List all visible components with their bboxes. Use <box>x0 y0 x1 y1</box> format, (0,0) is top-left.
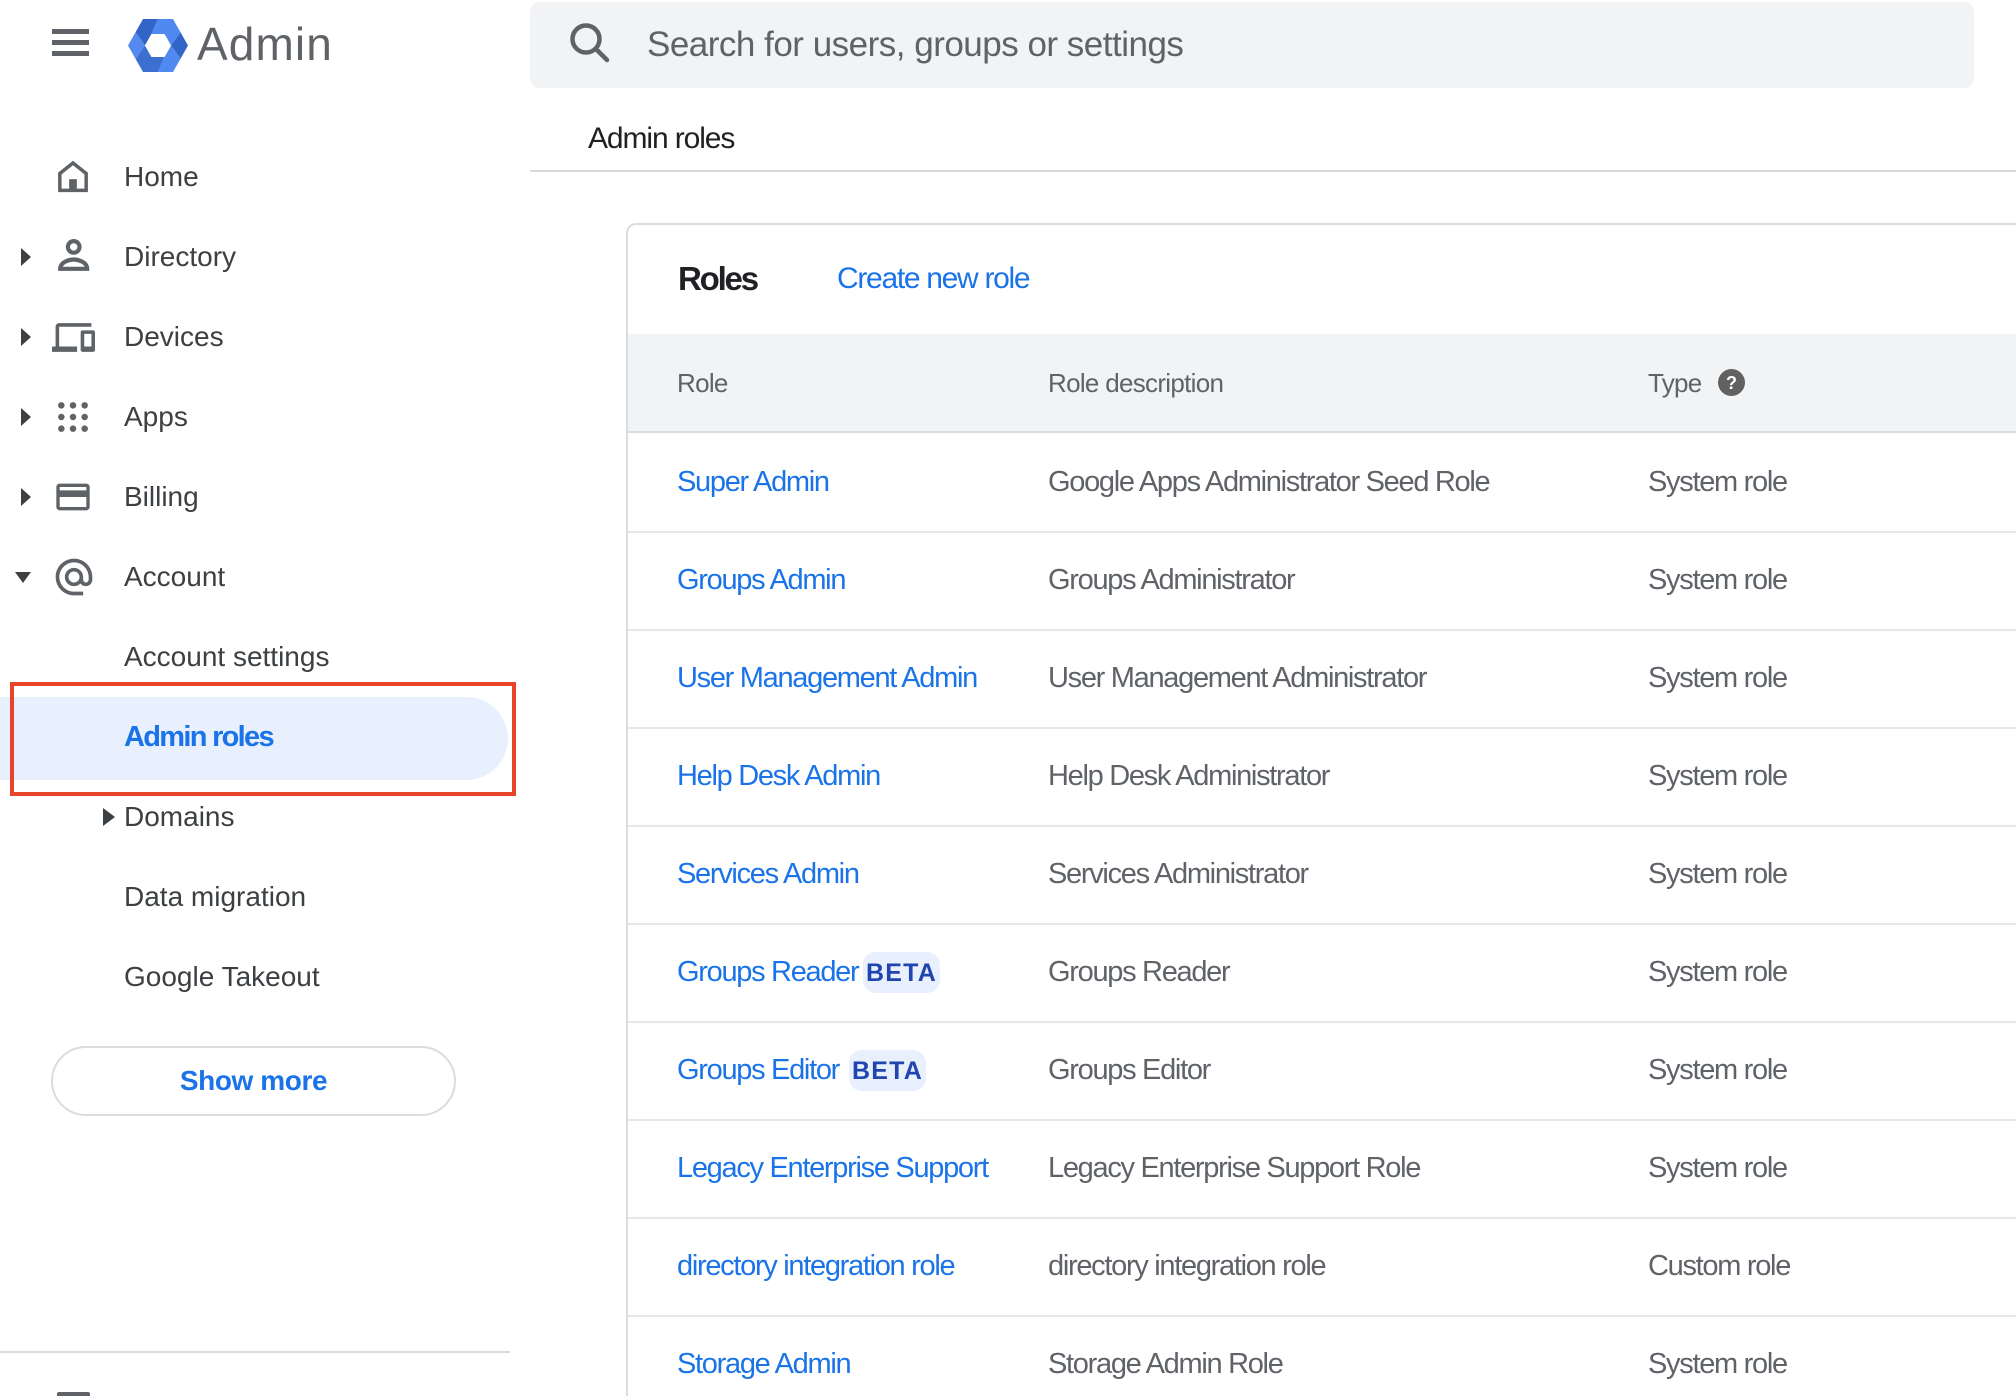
svg-text:?: ? <box>1726 373 1737 393</box>
